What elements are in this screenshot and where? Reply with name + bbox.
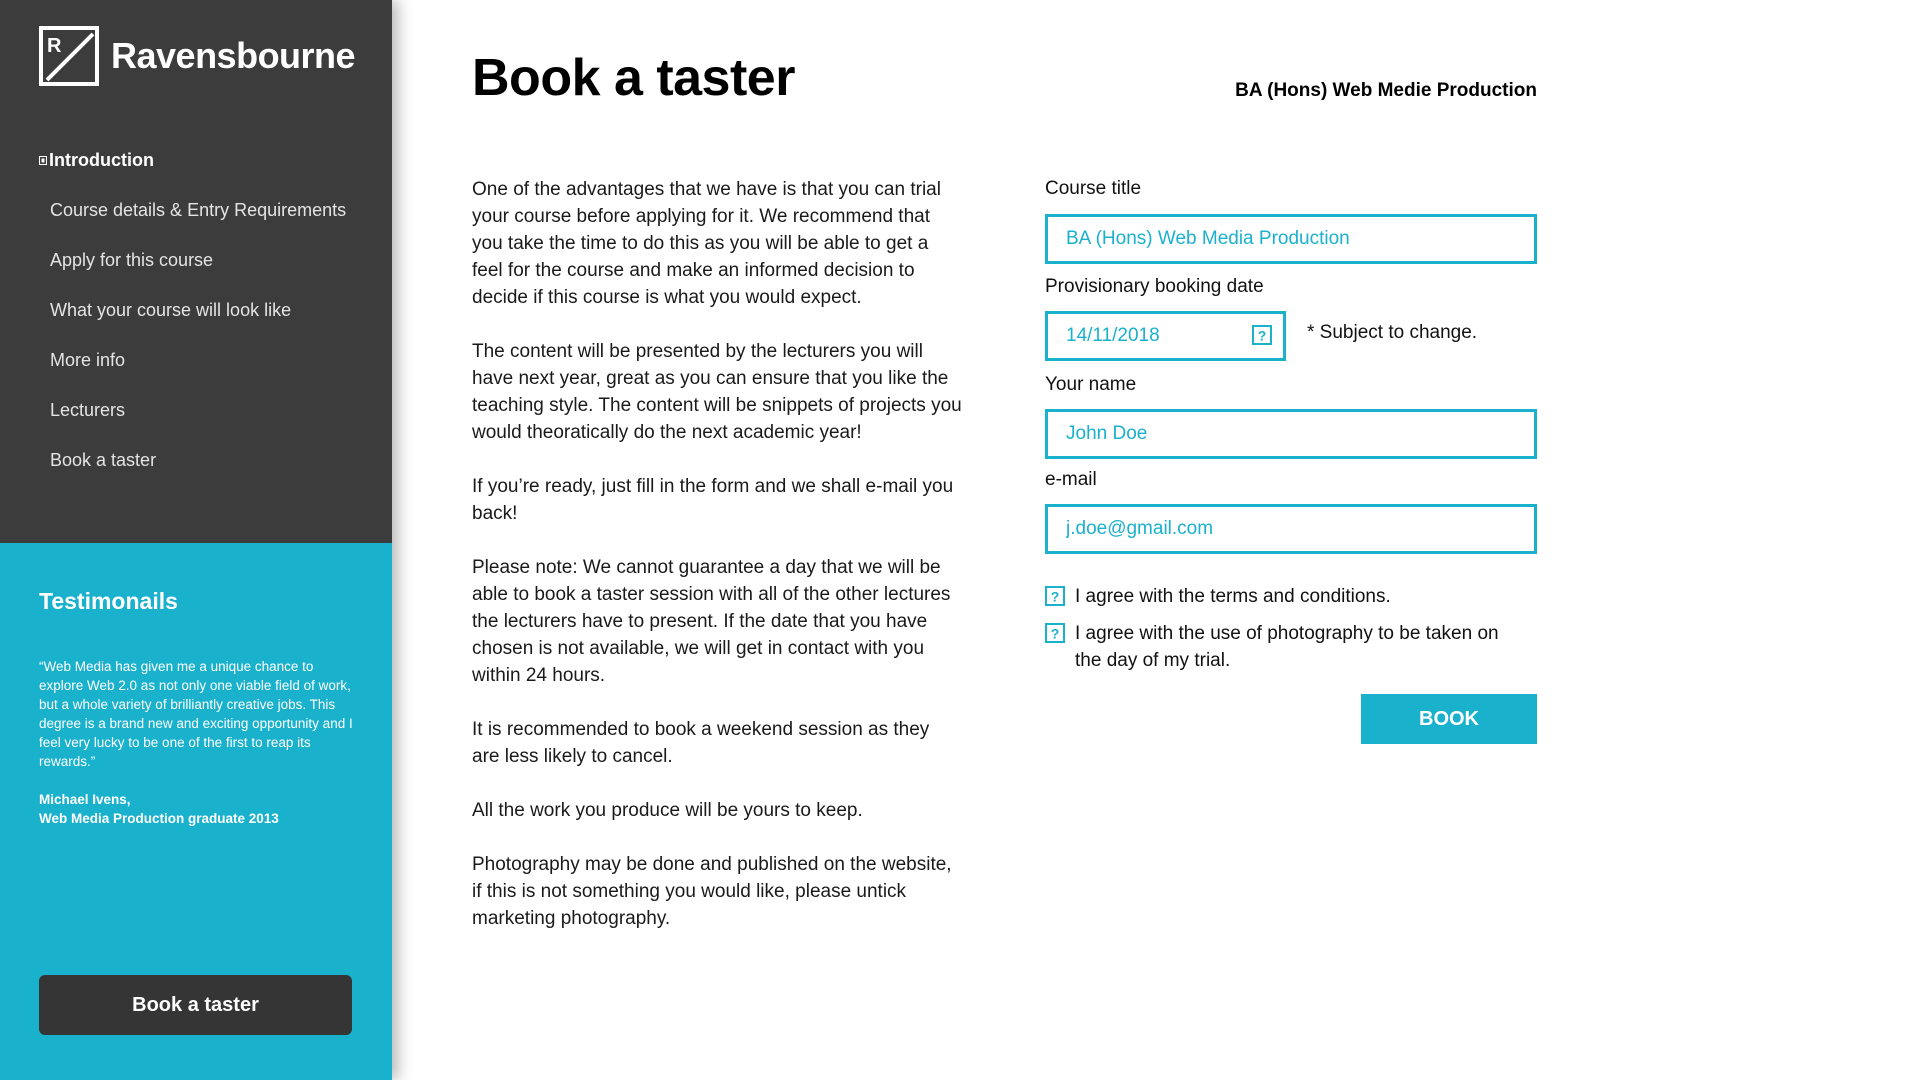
testimonial-title: Testimonails (39, 588, 178, 614)
booking-date-input[interactable] (1045, 311, 1286, 361)
intro-paragraph: Photography may be done and published on… (472, 854, 952, 929)
calendar-help-icon[interactable]: ? (1252, 325, 1272, 345)
logo[interactable]: R Ravensbourne (39, 26, 356, 86)
intro-paragraph: The content will be presented by the lec… (472, 341, 962, 443)
sidebar-item-label: Apply for this course (50, 249, 214, 270)
intro-paragraph: Please note: We cannot guarantee a day t… (472, 557, 951, 686)
svg-text:?: ? (1051, 626, 1060, 642)
sidebar-item-label: Book a taster (50, 449, 157, 470)
book-submit-button[interactable]: BOOK (1361, 694, 1537, 744)
name-label: Your name (1045, 374, 1137, 395)
sidebar: R Ravensbourne Introduction Course detai… (0, 0, 392, 1080)
brand-name: Ravensbourne (111, 35, 356, 76)
sidebar-item-course-look[interactable]: What your course will look like (39, 285, 346, 335)
testimonial-quote: “Web Media has given me a unique chance … (39, 659, 353, 769)
sidebar-item-more-info[interactable]: More info (39, 335, 346, 385)
sidebar-item-lecturers[interactable]: Lecturers (39, 385, 346, 435)
svg-text:?: ? (1051, 589, 1060, 605)
course-subtitle: BA (Hons) Web Medie Production (1235, 80, 1537, 101)
terms-checkbox-row[interactable]: ? I agree with the terms and conditions. (1045, 583, 1525, 610)
photography-checkbox[interactable]: ? (1045, 623, 1065, 643)
bullet-icon (39, 155, 47, 165)
sidebar-item-apply[interactable]: Apply for this course (39, 235, 346, 285)
intro-paragraph: One of the advantages that we have is th… (472, 179, 941, 308)
sidebar-item-label: Lecturers (50, 399, 126, 420)
booking-date-label: Provisionary booking date (1045, 276, 1264, 297)
sidebar-nav-panel: R Ravensbourne Introduction Course detai… (0, 0, 392, 543)
ravensbourne-logo-icon: R (39, 26, 99, 86)
email-input[interactable] (1045, 504, 1537, 554)
intro-paragraph: It is recommended to book a weekend sess… (472, 719, 930, 767)
sidebar-nav: Introduction Course details & Entry Requ… (39, 135, 346, 485)
sidebar-item-label: Course details & Entry Requirements (50, 199, 347, 220)
name-input[interactable] (1045, 409, 1537, 459)
intro-text: One of the advantages that we have is th… (472, 176, 962, 959)
intro-paragraph: All the work you produce will be yours t… (472, 800, 863, 821)
course-title-input[interactable] (1045, 214, 1537, 264)
intro-paragraph: If you’re ready, just fill in the form a… (472, 476, 954, 524)
sidebar-item-label: Introduction (49, 149, 154, 170)
sidebar-item-label: More info (50, 349, 126, 370)
photo-checkbox-row[interactable]: ? I agree with the use of photography to… (1045, 620, 1525, 674)
sidebar-item-introduction[interactable]: Introduction (39, 135, 346, 185)
testimonial-author: Michael Ivens, Web Media Production grad… (39, 790, 279, 828)
date-subject-note: * Subject to change. (1307, 322, 1478, 343)
sidebar-item-book-taster[interactable]: Book a taster (39, 435, 346, 485)
book-taster-button[interactable]: Book a taster (39, 975, 352, 1035)
page-title: Book a taster (472, 49, 795, 107)
testimonial-author-name: Michael Ivens, (39, 792, 131, 807)
terms-checkbox-label: I agree with the terms and conditions. (1075, 586, 1391, 607)
sidebar-item-course-details[interactable]: Course details & Entry Requirements (39, 185, 346, 235)
testimonial-author-role: Web Media Production graduate 2013 (39, 811, 279, 826)
course-title-label: Course title (1045, 178, 1142, 199)
terms-checkbox[interactable]: ? (1045, 586, 1065, 606)
photography-checkbox-label: I agree with the use of photography to b… (1075, 623, 1499, 671)
email-label: e-mail (1045, 469, 1097, 490)
logo-letter: R (47, 35, 62, 57)
svg-text:?: ? (1258, 328, 1267, 344)
sidebar-item-label: What your course will look like (50, 299, 292, 320)
